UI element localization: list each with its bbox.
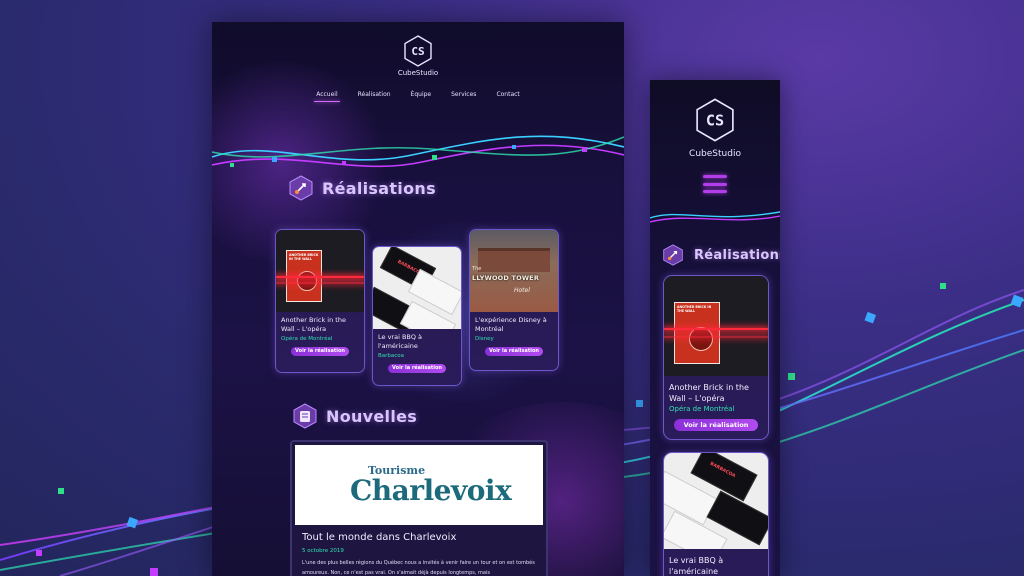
scroll-hex-icon [292,403,318,429]
brand-name: CubeStudio [689,149,741,159]
nav-item-contact[interactable]: Contact [496,91,519,101]
nav-item-services[interactable]: Services [451,91,476,101]
card-thumbnail: ANOTHER BRICK IN THE WALL [664,276,768,376]
card-thumbnail: ANOTHER BRICK IN THE WALL [276,230,364,312]
view-project-button[interactable]: Voir la réalisation [291,347,349,356]
poster-image: ANOTHER BRICK IN THE WALL [674,302,720,364]
nav-item-accueil[interactable]: Accueil [314,91,341,102]
hotel-sign-sub: Hotel [514,287,530,294]
poster-text: ANOTHER BRICK IN THE WALL [289,253,319,261]
hotel-sign-the: The [472,266,482,272]
hamburger-icon[interactable] [703,175,727,193]
logo-text: CS [706,112,724,130]
news-card[interactable]: Tourisme Charlevoix Tout le monde dans C… [290,440,548,576]
hotel-sign-main: LLYWOOD TOWER [472,274,540,282]
card-image-label: BARBACOA [708,461,736,480]
brand-name: CubeStudio [397,69,439,77]
main-nav: Accueil Réalisation Équipe Services Cont… [212,91,624,102]
realisation-card[interactable]: ANOTHER BRICK IN THE WALL Another Brick … [275,229,365,373]
realisations-heading: Réalisations [288,175,436,201]
view-project-button[interactable]: Voir la réalisation [485,347,543,356]
mobile-mockup: CS CubeStudio Réalisations ANOTHER BRICK… [650,80,780,576]
realisations-title: Réalisations [694,247,780,263]
laser-line [664,336,768,338]
rocket-hex-icon [660,242,686,268]
news-date: 5 octobre 2019 [302,548,344,554]
card-title: Another Brick in the Wall – L'opéra [281,316,346,333]
card-title: L'expérience Disney à Montréal [475,316,547,333]
card-client: Opéra de Montréal [281,336,333,342]
card-title: Le vrai BBQ à l'américaine [378,333,423,350]
logo-icon[interactable]: CS [402,35,434,67]
nav-item-equipe[interactable]: Équipe [411,91,432,101]
laser-line [664,328,768,330]
nav-item-realisation[interactable]: Réalisation [358,91,391,101]
news-excerpt: L'une des plus belles régions du Québec … [302,560,535,576]
card-title: Le vrai BBQ à l'américaine [669,556,724,576]
realisation-card[interactable]: BARBACOA Le vrai BBQ à l'américaine Barb… [372,246,462,386]
poster-text: ANOTHER BRICK IN THE WALL [677,305,712,313]
rocket-hex-icon [288,175,314,201]
realisations-heading: Réalisations [660,242,780,268]
card-client: Disney [475,336,494,342]
card-client: Barbacoa [378,353,405,359]
news-image: Tourisme Charlevoix [295,445,543,525]
logo-icon[interactable]: CS [693,98,737,142]
view-project-button[interactable]: Voir la réalisation [674,419,758,431]
header-wave [650,211,780,223]
card-title: Another Brick in the Wall – L'opéra [669,383,749,403]
card-thumbnail: The LLYWOOD TOWER Hotel [470,230,558,312]
card-thumbnail: BARBACOA [664,453,768,549]
realisation-card[interactable]: BARBACOA Le vrai BBQ à l'américaine [663,452,769,576]
nouvelles-heading: Nouvelles [292,403,417,429]
realisation-card[interactable]: The LLYWOOD TOWER Hotel L'expérience Dis… [469,229,559,371]
realisations-title: Réalisations [322,178,436,198]
desktop-mockup: CS CubeStudio Accueil Réalisation Équipe… [212,22,624,576]
news-title[interactable]: Tout le monde dans Charlevoix [302,532,456,543]
view-project-button[interactable]: Voir la réalisation [388,364,446,373]
card-thumbnail: BARBACOA [373,247,461,329]
logo-text: CS [411,45,424,58]
laser-line [276,282,364,284]
card-client: Opéra de Montréal [669,405,735,413]
nouvelles-title: Nouvelles [326,406,418,426]
news-image-text-main: Charlevoix [350,474,512,507]
realisation-card[interactable]: ANOTHER BRICK IN THE WALL Another Brick … [663,275,769,440]
laser-line [276,276,364,278]
